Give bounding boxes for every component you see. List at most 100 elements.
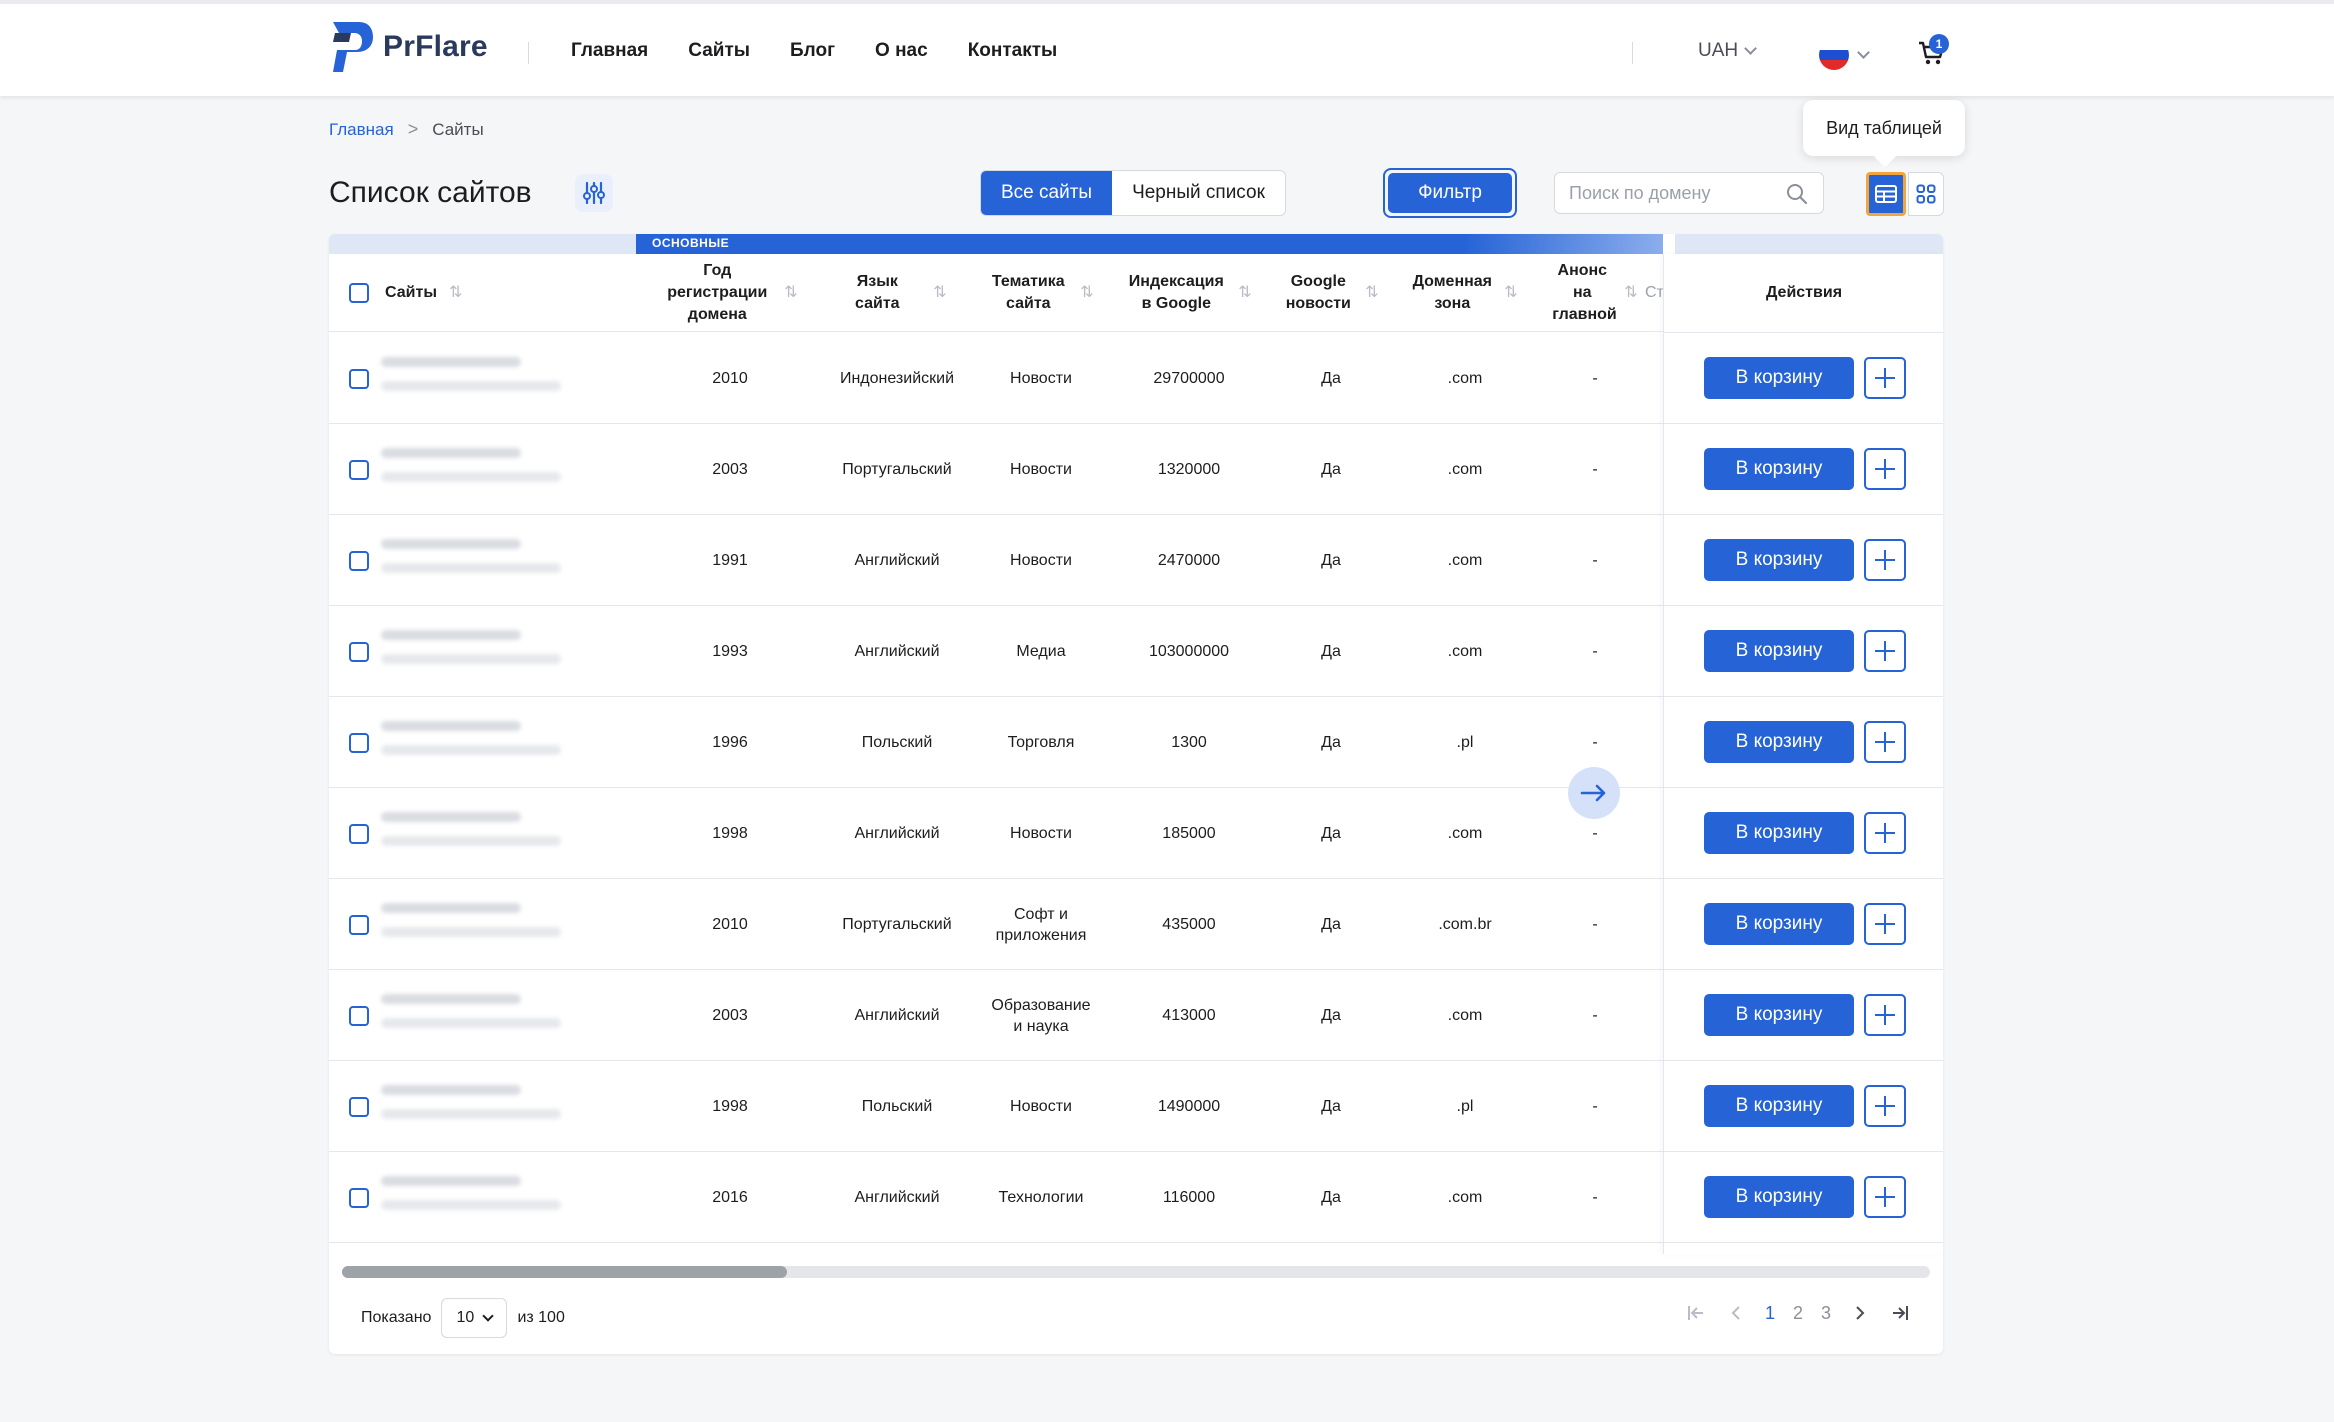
sort-icon[interactable]: ⇅ xyxy=(784,282,797,304)
header-topic[interactable]: Тематика сайта ⇅ xyxy=(971,254,1111,332)
cell-announce: - xyxy=(1592,552,1598,569)
sort-icon[interactable]: ⇅ xyxy=(1238,282,1251,304)
add-more-button[interactable] xyxy=(1864,903,1906,945)
add-to-cart-button[interactable]: В корзину xyxy=(1704,630,1854,672)
site-name-hidden[interactable] xyxy=(381,994,561,1038)
site-name-hidden[interactable] xyxy=(381,1085,561,1129)
header-year[interactable]: Год регистрации домена ⇅ xyxy=(637,254,823,332)
breadcrumb-home[interactable]: Главная xyxy=(329,120,394,140)
language-select[interactable] xyxy=(1819,40,1870,70)
table-view-button[interactable] xyxy=(1866,172,1906,216)
site-name-hidden[interactable] xyxy=(381,630,561,674)
next-page-icon[interactable] xyxy=(1849,1302,1871,1324)
site-name-hidden[interactable] xyxy=(381,448,561,492)
add-to-cart-button[interactable]: В корзину xyxy=(1704,357,1854,399)
prev-page-icon[interactable] xyxy=(1725,1302,1747,1324)
currency-select[interactable]: UAH xyxy=(1698,40,1757,62)
search-icon[interactable] xyxy=(1785,182,1809,206)
header-lang[interactable]: Язык сайта ⇅ xyxy=(823,254,971,332)
header-sites[interactable]: Сайты ⇅ xyxy=(349,254,529,332)
domain-search-input[interactable] xyxy=(1569,182,1769,204)
row-checkbox[interactable] xyxy=(349,369,369,389)
add-to-cart-button[interactable]: В корзину xyxy=(1704,721,1854,763)
add-more-button[interactable] xyxy=(1864,357,1906,399)
header-index[interactable]: Индексация в Google ⇅ xyxy=(1111,254,1267,332)
table-view-icon xyxy=(1875,185,1897,203)
sort-icon[interactable]: ⇅ xyxy=(1080,282,1093,304)
tab-all-sites[interactable]: Все сайты xyxy=(981,171,1113,215)
page-3[interactable]: 3 xyxy=(1821,1303,1831,1324)
sort-icon[interactable]: ⇅ xyxy=(1504,282,1517,304)
add-more-button[interactable] xyxy=(1864,1085,1906,1127)
header-announce-label: Анонс на главной xyxy=(1552,262,1617,323)
scroll-right-button[interactable] xyxy=(1568,767,1620,819)
add-more-button[interactable] xyxy=(1864,630,1906,672)
header-gnews[interactable]: Google новости ⇅ xyxy=(1267,254,1395,332)
cell-year: 2003 xyxy=(712,1007,748,1024)
site-name-hidden[interactable] xyxy=(381,903,561,947)
flag-ru-icon xyxy=(1819,40,1849,70)
last-page-icon[interactable] xyxy=(1889,1302,1911,1324)
row-checkbox[interactable] xyxy=(349,642,369,662)
row-checkbox[interactable] xyxy=(349,824,369,844)
row-checkbox[interactable] xyxy=(349,1188,369,1208)
nav-sites[interactable]: Сайты xyxy=(688,40,750,62)
nav-home[interactable]: Главная xyxy=(571,40,648,62)
row-checkbox[interactable] xyxy=(349,733,369,753)
add-to-cart-button[interactable]: В корзину xyxy=(1704,1176,1854,1218)
add-to-cart-button[interactable]: В корзину xyxy=(1704,903,1854,945)
page-2[interactable]: 2 xyxy=(1793,1303,1803,1324)
sort-icon[interactable]: ⇅ xyxy=(1624,282,1637,304)
add-to-cart-button[interactable]: В корзину xyxy=(1704,1085,1854,1127)
sort-icon[interactable]: ⇅ xyxy=(449,282,462,304)
header-announce[interactable]: Анонс на главной ⇅ xyxy=(1535,254,1655,332)
site-name-hidden[interactable] xyxy=(381,1176,561,1220)
row-checkbox[interactable] xyxy=(349,1006,369,1026)
add-more-button[interactable] xyxy=(1864,1176,1906,1218)
page-1[interactable]: 1 xyxy=(1765,1303,1775,1324)
nav-about[interactable]: О нас xyxy=(875,40,928,62)
cell-year: 1998 xyxy=(712,825,748,842)
select-all-checkbox[interactable] xyxy=(349,283,369,303)
add-to-cart-button[interactable]: В корзину xyxy=(1704,539,1854,581)
row-divider xyxy=(1663,1060,1943,1061)
per-page-select[interactable]: 10 xyxy=(441,1298,508,1338)
row-divider xyxy=(1663,878,1943,879)
add-to-cart-button[interactable]: В корзину xyxy=(1704,448,1854,490)
site-name-hidden[interactable] xyxy=(381,721,561,765)
cell-lang: Английский xyxy=(854,1007,940,1024)
add-more-button[interactable] xyxy=(1864,448,1906,490)
pagination: 1 2 3 xyxy=(1685,1302,1911,1324)
cell-topic: Новости xyxy=(1010,1098,1072,1115)
nav-contacts[interactable]: Контакты xyxy=(968,40,1058,62)
column-settings-button[interactable] xyxy=(575,174,613,212)
horizontal-scrollbar[interactable] xyxy=(342,1266,1930,1278)
row-checkbox[interactable] xyxy=(349,460,369,480)
grid-view-button[interactable] xyxy=(1908,172,1944,216)
brand-logo[interactable]: PrFlare xyxy=(329,20,488,74)
site-name-hidden[interactable] xyxy=(381,357,561,401)
add-to-cart-button[interactable]: В корзину xyxy=(1704,994,1854,1036)
row-checkbox[interactable] xyxy=(349,551,369,571)
sort-icon[interactable]: ⇅ xyxy=(1365,282,1378,304)
row-checkbox[interactable] xyxy=(349,915,369,935)
filter-button[interactable]: Фильтр xyxy=(1383,168,1517,218)
first-page-icon[interactable] xyxy=(1685,1302,1707,1324)
cell-year: 1991 xyxy=(712,552,748,569)
add-more-button[interactable] xyxy=(1864,994,1906,1036)
nav-blog[interactable]: Блог xyxy=(790,40,835,62)
add-more-button[interactable] xyxy=(1864,721,1906,763)
cell-topic: Новости xyxy=(1010,370,1072,387)
add-to-cart-button[interactable]: В корзину xyxy=(1704,812,1854,854)
scrollbar-thumb[interactable] xyxy=(342,1266,787,1278)
row-checkbox[interactable] xyxy=(349,1097,369,1117)
header-zone[interactable]: Доменная зона ⇅ xyxy=(1395,254,1535,332)
site-name-hidden[interactable] xyxy=(381,539,561,583)
cart-count-badge: 1 xyxy=(1929,34,1949,54)
add-more-button[interactable] xyxy=(1864,539,1906,581)
tab-blacklist[interactable]: Черный список xyxy=(1112,171,1285,215)
header-lang-label: Язык сайта xyxy=(855,273,900,312)
add-more-button[interactable] xyxy=(1864,812,1906,854)
site-name-hidden[interactable] xyxy=(381,812,561,856)
sort-icon[interactable]: ⇅ xyxy=(933,282,946,304)
